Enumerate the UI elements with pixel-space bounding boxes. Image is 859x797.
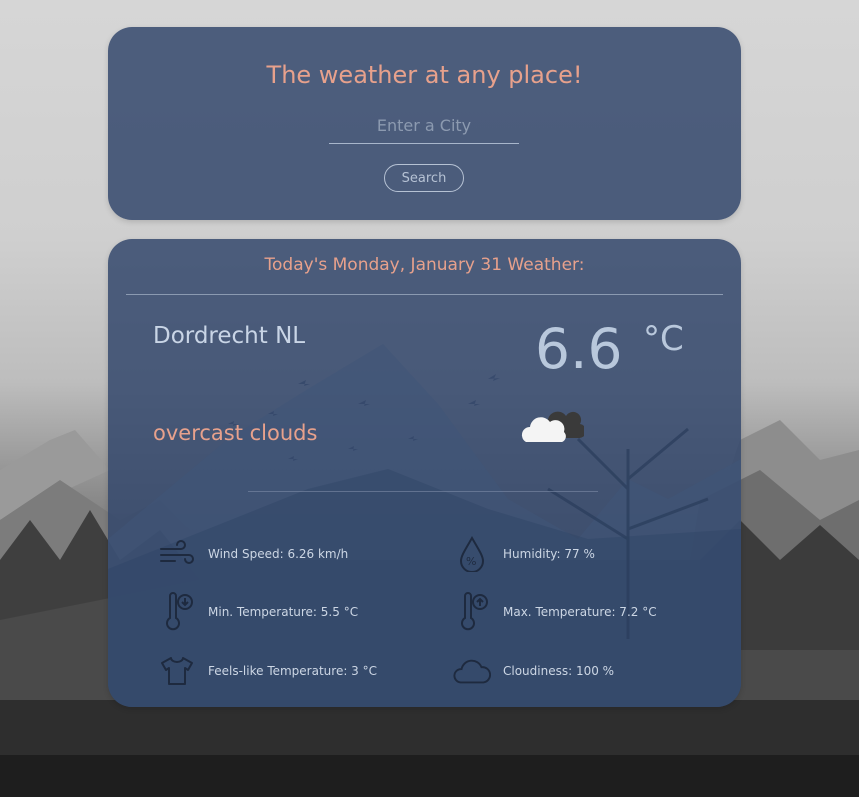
stat-label: Cloudiness: 100 %: [503, 664, 615, 678]
city-name: Dordrecht NL: [153, 323, 306, 349]
divider: [126, 294, 723, 295]
overcast-clouds-icon: [521, 411, 584, 442]
search-panel: The weather at any place! Search: [108, 27, 741, 220]
mountain-illustration: [108, 344, 741, 707]
svg-text:%: %: [466, 555, 476, 568]
thermometer-up-icon: [461, 592, 488, 631]
stat-feels-like: Feels-like Temperature: 3 °C: [158, 651, 377, 691]
weather-panel: Today's Monday, January 31 Weather: Dord…: [108, 239, 741, 707]
stat-label: Max. Temperature: 7.2 °C: [503, 605, 657, 619]
thermometer-down-icon: [166, 592, 193, 631]
app-title: The weather at any place!: [266, 61, 583, 89]
tshirt-icon: [161, 657, 193, 685]
stat-cloudiness: Cloudiness: 100 %: [453, 651, 614, 691]
stat-min-temperature: Min. Temperature: 5.5 °C: [158, 592, 358, 632]
stat-label: Humidity: 77 %: [503, 547, 595, 561]
stat-label: Wind Speed: 6.26 km/h: [208, 547, 349, 561]
stat-label: Min. Temperature: 5.5 °C: [208, 605, 359, 619]
stat-max-temperature: Max. Temperature: 7.2 °C: [453, 592, 657, 632]
stat-label: Feels-like Temperature: 3 °C: [208, 664, 378, 678]
temperature-value: 6.6: [535, 317, 623, 381]
humidity-drop-icon: %: [459, 536, 485, 572]
wind-icon: [160, 540, 194, 564]
stat-humidity: % Humidity: 77 %: [453, 534, 595, 574]
search-button[interactable]: Search: [384, 164, 464, 192]
date-heading: Today's Monday, January 31 Weather:: [264, 255, 585, 275]
divider: [248, 491, 598, 492]
city-search-input[interactable]: [329, 107, 519, 144]
stat-wind-speed: Wind Speed: 6.26 km/h: [158, 534, 348, 574]
weather-description: overcast clouds: [153, 421, 318, 445]
cloud-icon: [453, 659, 491, 684]
temperature-unit: °C: [643, 319, 684, 359]
